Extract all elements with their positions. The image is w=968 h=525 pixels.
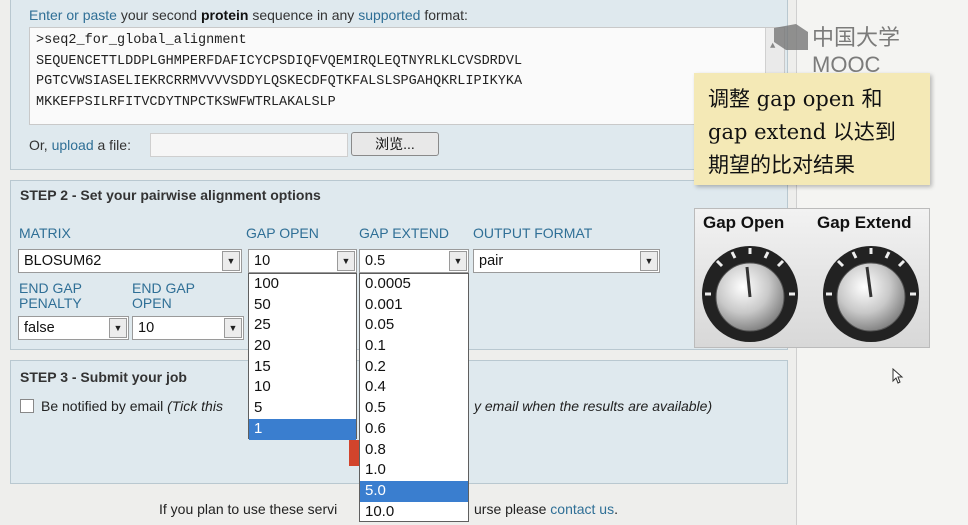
gap-extend-option[interactable]: 0.0005	[360, 274, 468, 295]
notify-hint-end: y email when the results are available)	[474, 398, 713, 414]
step2-heading: STEP 2 - Set your pairwise alignment opt…	[20, 187, 321, 203]
supported-link[interactable]: supported	[358, 7, 420, 23]
gap-open-option[interactable]: 5	[249, 398, 356, 419]
notify-hint: (Tick this	[167, 398, 223, 414]
gap-extend-label: GAP EXTEND	[359, 225, 449, 241]
sequence-line: MKKEFPSILRFITVCDYTNPCTKSWFWTRLAKALSLP	[36, 94, 336, 110]
gap-open-option[interactable]: 25	[249, 315, 356, 336]
footer-text: If you plan to use these servi	[159, 501, 338, 517]
submit-button[interactable]	[349, 440, 359, 466]
chevron-down-icon[interactable]: ▼	[224, 318, 242, 338]
notify-text: Be notified by email	[41, 398, 164, 414]
knobs-image: Gap Open Gap Extend	[694, 208, 930, 348]
gap-extend-option[interactable]: 0.6	[360, 419, 468, 440]
sequence-prompt: Enter or paste your second protein seque…	[29, 7, 468, 23]
sequence-line: PGTCVWSIASELIEKRCRRMVVVVSDDYLQSKECDFQTKF…	[36, 74, 523, 89]
gap-extend-value: 0.5	[365, 253, 386, 269]
file-path-field[interactable]	[150, 133, 348, 157]
gap-open-option[interactable]: 50	[249, 295, 356, 316]
gap-extend-option[interactable]: 0.001	[360, 295, 468, 316]
output-format-select[interactable]: pair ▼	[473, 249, 660, 273]
footer-text: urse please	[474, 501, 547, 517]
step3-heading: STEP 3 - Submit your job	[20, 369, 187, 385]
end-gap-penalty-select[interactable]: false ▼	[18, 316, 129, 340]
prompt-text: format:	[424, 7, 468, 23]
gap-open-option[interactable]: 10	[249, 377, 356, 398]
gap-open-knob-icon	[702, 246, 798, 342]
gap-extend-knob-icon	[823, 246, 919, 342]
gap-extend-option[interactable]: 0.05	[360, 315, 468, 336]
gap-open-dropdown[interactable]: 100 50 25 20 15 10 5 1	[248, 273, 357, 440]
matrix-label: MATRIX	[19, 225, 71, 241]
gap-extend-dropdown[interactable]: 0.0005 0.001 0.05 0.1 0.2 0.4 0.5 0.6 0.…	[359, 273, 469, 522]
page: Enter or paste your second protein seque…	[0, 0, 968, 525]
chevron-down-icon[interactable]: ▼	[640, 251, 658, 271]
logo-text: 中国大学MOOC	[812, 25, 901, 77]
upload-link[interactable]: upload	[52, 137, 94, 153]
gap-extend-option[interactable]: 0.2	[360, 357, 468, 378]
output-format-label: OUTPUT FORMAT	[473, 225, 593, 241]
note-line: gap extend 以达到	[708, 120, 896, 144]
annotation-note: 调整 gap open 和 gap extend 以达到 期望的比对结果	[694, 73, 930, 185]
chevron-down-icon[interactable]: ▼	[222, 251, 240, 271]
matrix-select[interactable]: BLOSUM62 ▼	[18, 249, 242, 273]
footer-text-end: urse please contact us.	[474, 501, 618, 517]
footer-period: .	[614, 501, 618, 517]
upload-text: Or,	[29, 137, 48, 153]
browse-button[interactable]: 浏览...	[351, 132, 439, 156]
end-gap-penalty-label: END GAP PENALTY	[19, 280, 82, 311]
gap-open-label: GAP OPEN	[246, 225, 319, 241]
gap-open-select[interactable]: 10 ▼	[248, 249, 357, 273]
sequence-line: SEQUENCETTLDDPLGHMPERFDAFICYCPSDIQFVQEMI…	[36, 53, 523, 69]
prompt-text: Enter or paste	[29, 7, 117, 23]
prompt-text: your second	[120, 7, 198, 23]
gap-extend-option[interactable]: 10.0	[360, 502, 468, 523]
gap-extend-select[interactable]: 0.5 ▼	[359, 249, 469, 273]
gap-open-option-highlighted[interactable]: 1	[249, 418, 356, 440]
gap-extend-option[interactable]: 1.0	[360, 460, 468, 481]
chevron-down-icon[interactable]: ▼	[337, 251, 355, 271]
gap-open-option[interactable]: 100	[249, 274, 356, 295]
end-gap-open-select[interactable]: 10 ▼	[132, 316, 244, 340]
step1-section: Enter or paste your second protein seque…	[10, 0, 788, 170]
chevron-down-icon[interactable]: ▼	[449, 251, 467, 271]
prompt-bold: protein	[201, 7, 249, 23]
upload-text: a file:	[97, 137, 131, 153]
end-gap-open-value: 10	[138, 320, 155, 336]
gap-open-option[interactable]: 15	[249, 357, 356, 378]
note-line: 调整 gap open 和	[708, 87, 883, 111]
note-line: 期望的比对结果	[708, 153, 855, 177]
sequence-line: >seq2_for_global_alignment	[36, 33, 247, 48]
gap-extend-option[interactable]: 0.1	[360, 336, 468, 357]
mouse-cursor-icon	[892, 368, 904, 384]
notify-label: Be notified by email (Tick this	[41, 398, 223, 414]
output-format-value: pair	[479, 253, 504, 269]
gap-extend-option[interactable]: 0.5	[360, 398, 468, 419]
notify-checkbox[interactable]	[20, 399, 34, 413]
mooc-logo-icon	[774, 24, 808, 50]
contact-us-link[interactable]: contact us	[550, 501, 614, 517]
gap-open-option[interactable]: 20	[249, 336, 356, 357]
upload-label: Or, upload a file:	[29, 137, 131, 153]
gap-open-value: 10	[254, 253, 271, 269]
prompt-text: sequence in any	[252, 7, 355, 23]
end-gap-penalty-value: false	[24, 320, 55, 336]
end-gap-open-label: END GAP OPEN	[132, 280, 195, 311]
gap-extend-option[interactable]: 0.4	[360, 377, 468, 398]
matrix-value: BLOSUM62	[24, 253, 102, 269]
knob-graphics	[702, 246, 919, 342]
chevron-down-icon[interactable]: ▼	[109, 318, 127, 338]
gap-extend-option[interactable]: 0.8	[360, 440, 468, 461]
gap-extend-option-highlighted[interactable]: 5.0	[360, 480, 468, 502]
sequence-textarea[interactable]: >seq2_for_global_alignment SEQUENCETTLDD…	[29, 27, 785, 125]
mooc-logo: 中国大学MOOC	[772, 20, 968, 77]
